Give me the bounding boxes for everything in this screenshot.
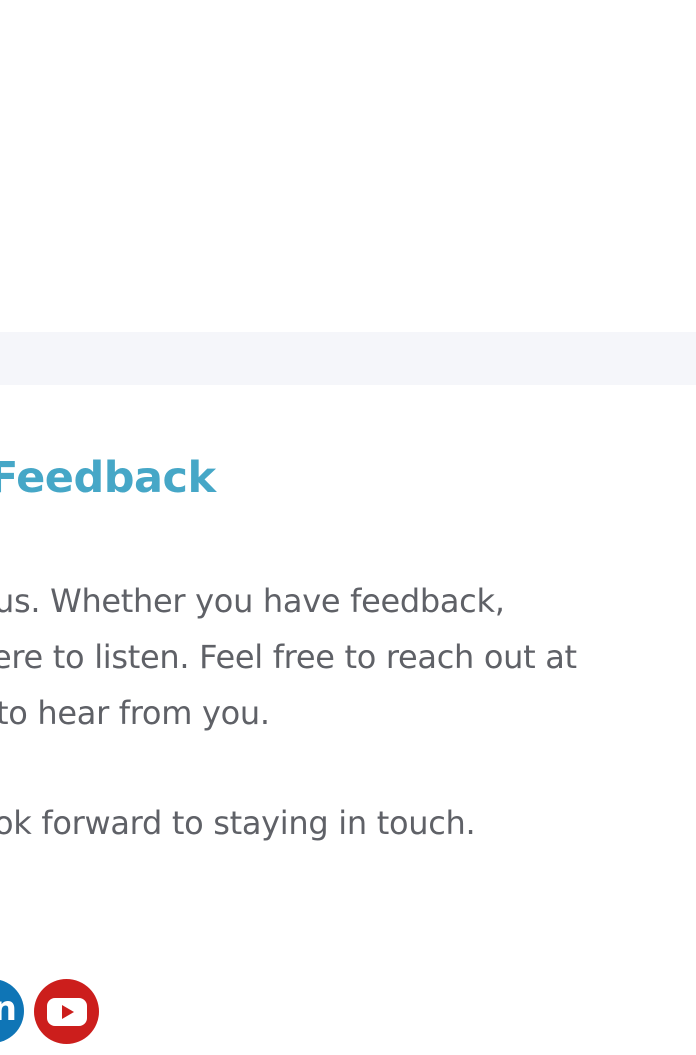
linkedin-link[interactable]: in [0, 979, 24, 1043]
body-text-line: ok forward to staying in touch. [0, 804, 476, 842]
body-text-line: to hear from you. [0, 694, 270, 732]
youtube-icon [46, 997, 87, 1026]
linkedin-icon: in [0, 989, 17, 1029]
youtube-link[interactable] [34, 979, 99, 1044]
page: Feedback us. Whether you have feedback, … [0, 0, 696, 1055]
content-area-blank [0, 0, 696, 332]
play-icon [62, 1004, 74, 1019]
section-divider-band [0, 332, 696, 385]
section-heading: Feedback [0, 453, 216, 503]
body-text-line: us. Whether you have feedback, [0, 582, 505, 620]
body-text-line: ere to listen. Feel free to reach out at [0, 638, 577, 676]
